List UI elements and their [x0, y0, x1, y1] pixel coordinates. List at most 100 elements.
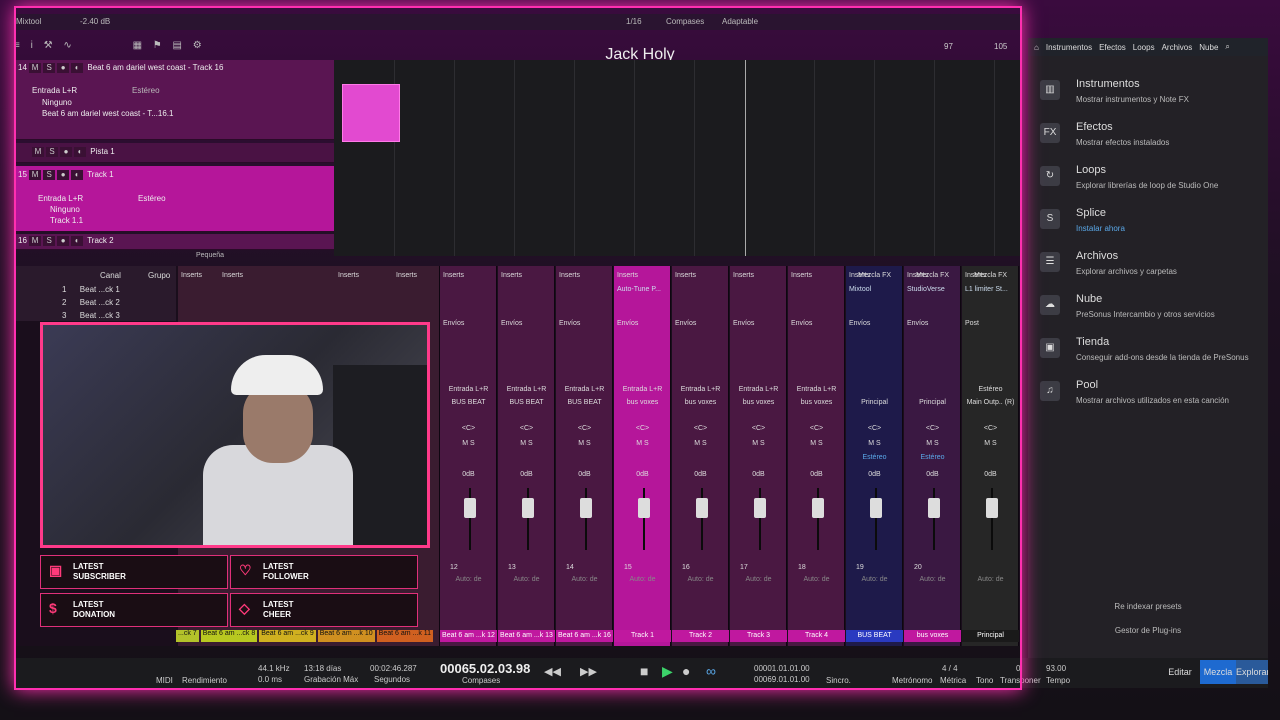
pan-control[interactable]: <C>	[730, 425, 787, 432]
layers-icon[interactable]: ▤	[173, 40, 182, 51]
output-select[interactable]: bus voxes	[788, 399, 845, 406]
output-select[interactable]: Principal	[904, 399, 961, 406]
volume-fader[interactable]	[812, 498, 824, 518]
mixer-channel[interactable]: Inserts Mezcla FX L1 limiter St... Post Esté…	[962, 266, 1019, 646]
mix-fx-label[interactable]: Mezcla FX	[916, 272, 949, 279]
channel-name[interactable]: Track 2	[672, 630, 729, 642]
automation-mode[interactable]: Auto: de	[904, 576, 961, 583]
input-select[interactable]: Entrada L+R	[556, 386, 613, 393]
browser-item-pool[interactable]: ♫ Pool Mostrar archivos utilizados en esta…	[1038, 379, 1266, 419]
track-input[interactable]: Entrada L+R	[32, 86, 77, 98]
channel-name[interactable]: Beat 6 am ...k 11	[376, 630, 434, 642]
track-name[interactable]: Beat 6 am dariel west coast - Track 16	[87, 63, 223, 72]
input-select[interactable]: Entrada L+R	[498, 386, 555, 393]
sends-label[interactable]: Envíos	[849, 320, 870, 327]
sends-label[interactable]: Envíos	[733, 320, 754, 327]
track-header-pista[interactable]: M S ● ◐ Pista 1	[14, 143, 334, 163]
mute-solo-buttons[interactable]: M S	[846, 440, 903, 447]
volume-fader[interactable]	[696, 498, 708, 518]
mute-solo-buttons[interactable]: M S	[440, 440, 497, 447]
mixer-channel[interactable]: Inserts Auto-Tune P... Envíos Entrada L+R bu…	[614, 266, 671, 646]
solo-button[interactable]: S	[43, 236, 56, 246]
track-mode[interactable]: Estéreo	[132, 86, 160, 98]
volume-fader[interactable]	[754, 498, 766, 518]
record-button[interactable]: ●	[57, 236, 70, 246]
record-button[interactable]: ●	[60, 147, 72, 157]
sends-label[interactable]: Post	[965, 320, 979, 327]
sends-label[interactable]: Envíos	[791, 320, 812, 327]
output-select[interactable]: BUS BEAT	[498, 399, 555, 406]
wrench-icon[interactable]: ⚒	[44, 40, 53, 51]
arrangement-view[interactable]	[334, 60, 1020, 256]
record-button[interactable]: ●	[57, 170, 70, 180]
tab-editar[interactable]: Editar	[1160, 660, 1200, 684]
volume-fader[interactable]	[464, 498, 476, 518]
monitor-button[interactable]: ◐	[71, 236, 84, 246]
solo-button[interactable]: S	[43, 170, 56, 180]
track-header-14[interactable]: 14 M S ● ◐ Beat 6 am dariel west coast - Tr…	[14, 60, 334, 140]
pan-control[interactable]: <C>	[904, 425, 961, 432]
pan-control[interactable]: <C>	[788, 425, 845, 432]
channel-name[interactable]: Beat 6 am ...k 12	[440, 630, 497, 642]
sends-label[interactable]: Envíos	[675, 320, 696, 327]
inserts-label[interactable]: Inserts	[675, 272, 696, 279]
channel-name[interactable]: Track 4	[788, 630, 845, 642]
output-select[interactable]: Main Outp.. (R)	[962, 399, 1019, 406]
output-select[interactable]: BUS BEAT	[440, 399, 497, 406]
position-display[interactable]: 00065.02.03.98	[440, 661, 530, 676]
volume-fader[interactable]	[870, 498, 882, 518]
insert-slot[interactable]: Mixtool	[849, 286, 871, 293]
mixer-channel[interactable]: Inserts Envíos Entrada L+R bus voxes <C> 0dB 1…	[730, 266, 787, 646]
browser-item-loops[interactable]: ↻ Loops Explorar librerías de loop de Stud…	[1038, 164, 1266, 204]
automation-mode[interactable]: Auto: de	[846, 576, 903, 583]
reindex-presets-button[interactable]: Re indexar presets	[1088, 602, 1208, 611]
automation-mode[interactable]: Auto: de	[556, 576, 613, 583]
plugin-manager-button[interactable]: Gestor de Plug-ins	[1088, 626, 1208, 635]
pan-control[interactable]: <C>	[440, 425, 497, 432]
volume-fader[interactable]	[638, 498, 650, 518]
channel-name[interactable]: BUS BEAT	[846, 630, 903, 642]
search-icon[interactable]: ⌕	[1225, 42, 1229, 52]
insert-slot[interactable]: L1 limiter St...	[965, 286, 1008, 293]
channel-row[interactable]: 3 Beat ...ck 3	[62, 311, 120, 320]
inserts-label[interactable]: Inserts	[559, 272, 580, 279]
info-icon[interactable]: i	[31, 40, 33, 51]
timebase-label[interactable]: Compases	[666, 17, 704, 26]
pan-control[interactable]: <C>	[846, 425, 903, 432]
play-button[interactable]: ▶	[662, 663, 673, 680]
channel-name[interactable]: bus voxes	[904, 630, 961, 642]
loop-button[interactable]: ∞	[706, 663, 716, 679]
monitor-button[interactable]: ◐	[74, 147, 86, 157]
mute-button[interactable]: M	[29, 170, 42, 180]
mix-fx-label[interactable]: Mezcla FX	[974, 272, 1007, 279]
automation-mode[interactable]: Auto: de	[730, 576, 787, 583]
channel-name[interactable]: Beat 6 am ...ck 8	[200, 630, 258, 642]
browser-item-efectos[interactable]: FX Efectos Mostrar efectos instalados	[1038, 121, 1266, 161]
mixer-channel[interactable]: Inserts Mezcla FX Mixtool Envíos Principal <C…	[846, 266, 903, 646]
preset-label[interactable]: Mixtool	[16, 17, 41, 26]
browser-item-tienda[interactable]: ▣ Tienda Conseguir add-ons desde la tienda…	[1038, 336, 1266, 376]
volume-fader[interactable]	[522, 498, 534, 518]
mute-solo-buttons[interactable]: M S	[614, 440, 671, 447]
channel-name[interactable]: ...ck 7	[176, 630, 199, 642]
inserts-label[interactable]: Inserts	[617, 272, 638, 279]
pan-control[interactable]: <C>	[556, 425, 613, 432]
channel-name[interactable]: Track 3	[730, 630, 787, 642]
channel-row[interactable]: 1 Beat ...ck 1	[62, 285, 120, 294]
mixer-channel[interactable]: Inserts Mezcla FX StudioVerse Envíos Princip…	[904, 266, 961, 646]
inserts-label[interactable]: Inserts	[443, 272, 464, 279]
input-select[interactable]: Entrada L+R	[614, 386, 671, 393]
solo-button[interactable]: S	[43, 63, 56, 73]
forward-button[interactable]: ▶▶	[580, 665, 597, 678]
track-mode[interactable]: Estéreo	[138, 194, 166, 206]
list-icon[interactable]: ≡	[14, 40, 20, 51]
sends-label[interactable]: Envíos	[501, 320, 522, 327]
inserts-label[interactable]: Inserts	[733, 272, 754, 279]
tab-mezcla[interactable]: Mezcla	[1200, 660, 1236, 684]
mute-solo-buttons[interactable]: M S	[904, 440, 961, 447]
browser-item-instrumentos[interactable]: ▥ Instrumentos Mostrar instrumentos y Note…	[1038, 78, 1266, 118]
mixer-channel[interactable]: Inserts Envíos Entrada L+R BUS BEAT <C> 0dB 12…	[440, 266, 497, 646]
flag-icon[interactable]: ⚑	[153, 40, 162, 51]
channel-row[interactable]: 2 Beat ...ck 2	[62, 298, 120, 307]
home-icon[interactable]: ⌂	[1034, 43, 1039, 52]
